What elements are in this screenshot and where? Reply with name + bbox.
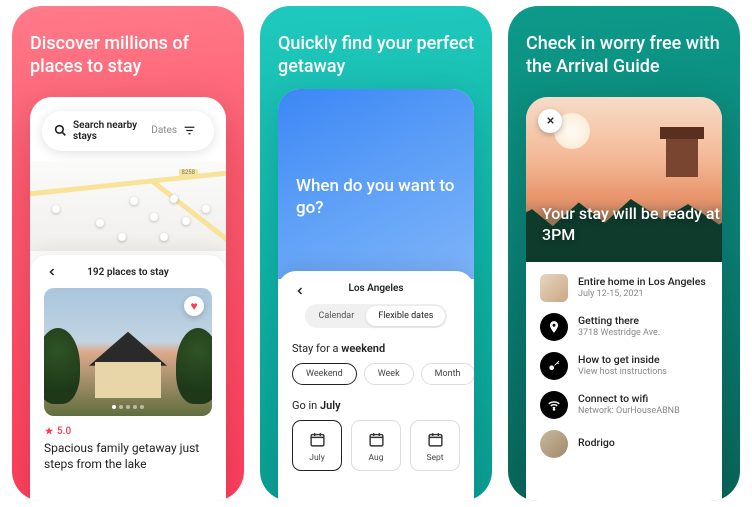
host-avatar bbox=[540, 430, 568, 458]
pin-icon bbox=[540, 313, 568, 341]
filter-icon[interactable] bbox=[183, 124, 196, 137]
chip-month[interactable]: Month bbox=[421, 363, 474, 385]
favorite-button[interactable]: ♥ bbox=[184, 296, 204, 316]
calendar-icon bbox=[427, 431, 444, 448]
screenshot-getaway: Quickly find your perfect getaway When d… bbox=[260, 6, 492, 501]
listing-title: Spacious family getaway just steps from … bbox=[44, 440, 212, 472]
phone-screen-2: When do you want to go? Los Angeles Cale… bbox=[278, 89, 474, 501]
road-number: 8258 bbox=[179, 169, 199, 176]
tab-flexible[interactable]: Flexible dates bbox=[366, 306, 445, 326]
arrival-hero: Your stay will be ready at 3PM bbox=[526, 97, 722, 262]
search-bar[interactable]: Search nearby stays Dates bbox=[42, 111, 214, 151]
calendar-icon bbox=[309, 431, 326, 448]
map-view[interactable]: 8258 bbox=[30, 161, 226, 251]
date-mode-toggle[interactable]: Calendar Flexible dates bbox=[305, 304, 448, 328]
photo-indicator bbox=[112, 405, 144, 409]
chevron-left-icon bbox=[294, 285, 306, 297]
headline-getaway: Quickly find your perfect getaway bbox=[278, 32, 474, 79]
headline-arrival: Check in worry free with the Arrival Gui… bbox=[526, 32, 722, 79]
phone-screen-1: Search nearby stays Dates 8258 192 place… bbox=[30, 97, 226, 501]
calendar-icon bbox=[368, 431, 385, 448]
key-icon bbox=[540, 352, 568, 380]
results-sheet: 192 places to stay ♥ 5.0 Spacious family… bbox=[30, 255, 226, 501]
dates-label: Dates bbox=[151, 125, 177, 136]
guide-item-wifi[interactable]: Connect to wifiNetwork: OurHouseABNB bbox=[540, 391, 708, 419]
listing-rating: 5.0 bbox=[44, 426, 212, 437]
chip-week[interactable]: Week bbox=[364, 363, 414, 385]
chevron-left-icon bbox=[46, 266, 58, 278]
hero-when: When do you want to go? bbox=[278, 89, 474, 279]
star-icon bbox=[44, 426, 54, 436]
month-sept[interactable]: Sept bbox=[410, 420, 460, 471]
date-sheet: Los Angeles Calendar Flexible dates Stay… bbox=[278, 271, 474, 501]
location-title: Los Angeles bbox=[348, 283, 403, 294]
headline-discover: Discover millions of places to stay bbox=[30, 32, 226, 79]
stay-label: Stay for a weekend bbox=[292, 342, 460, 355]
chip-weekend[interactable]: Weekend bbox=[292, 363, 357, 385]
screenshot-discover: Discover millions of places to stay Sear… bbox=[12, 6, 244, 501]
month-picker: July Aug Sept bbox=[292, 420, 460, 471]
guide-item-get-inside[interactable]: How to get insideView host instructions bbox=[540, 352, 708, 380]
go-label: Go in July bbox=[292, 399, 460, 412]
back-button[interactable] bbox=[44, 264, 60, 280]
results-count: 192 places to stay bbox=[87, 267, 169, 278]
arrival-message: Your stay will be ready at 3PM bbox=[542, 204, 722, 246]
tab-calendar[interactable]: Calendar bbox=[307, 306, 367, 326]
listing-thumbnail bbox=[540, 274, 568, 302]
guide-item-listing[interactable]: Entire home in Los AngelesJuly 12-15, 20… bbox=[540, 274, 708, 302]
search-icon bbox=[54, 124, 67, 137]
listing-photo[interactable]: ♥ bbox=[44, 288, 212, 416]
hero-question: When do you want to go? bbox=[296, 175, 456, 219]
month-aug[interactable]: Aug bbox=[351, 420, 401, 471]
wifi-icon bbox=[540, 391, 568, 419]
guide-item-getting-there[interactable]: Getting there3718 Westridge Ave. bbox=[540, 313, 708, 341]
back-button[interactable] bbox=[292, 283, 308, 299]
search-text: Search nearby stays bbox=[73, 120, 151, 142]
screenshot-arrival: Check in worry free with the Arrival Gui… bbox=[508, 6, 740, 501]
close-button[interactable] bbox=[538, 109, 562, 133]
phone-screen-3: Your stay will be ready at 3PM Entire ho… bbox=[526, 97, 722, 501]
duration-chips: Weekend Week Month bbox=[292, 363, 460, 385]
close-icon bbox=[545, 115, 556, 126]
guide-item-host[interactable]: Rodrigo bbox=[540, 430, 708, 458]
arrival-guide-list: Entire home in Los AngelesJuly 12-15, 20… bbox=[526, 262, 722, 458]
month-july[interactable]: July bbox=[292, 420, 342, 471]
